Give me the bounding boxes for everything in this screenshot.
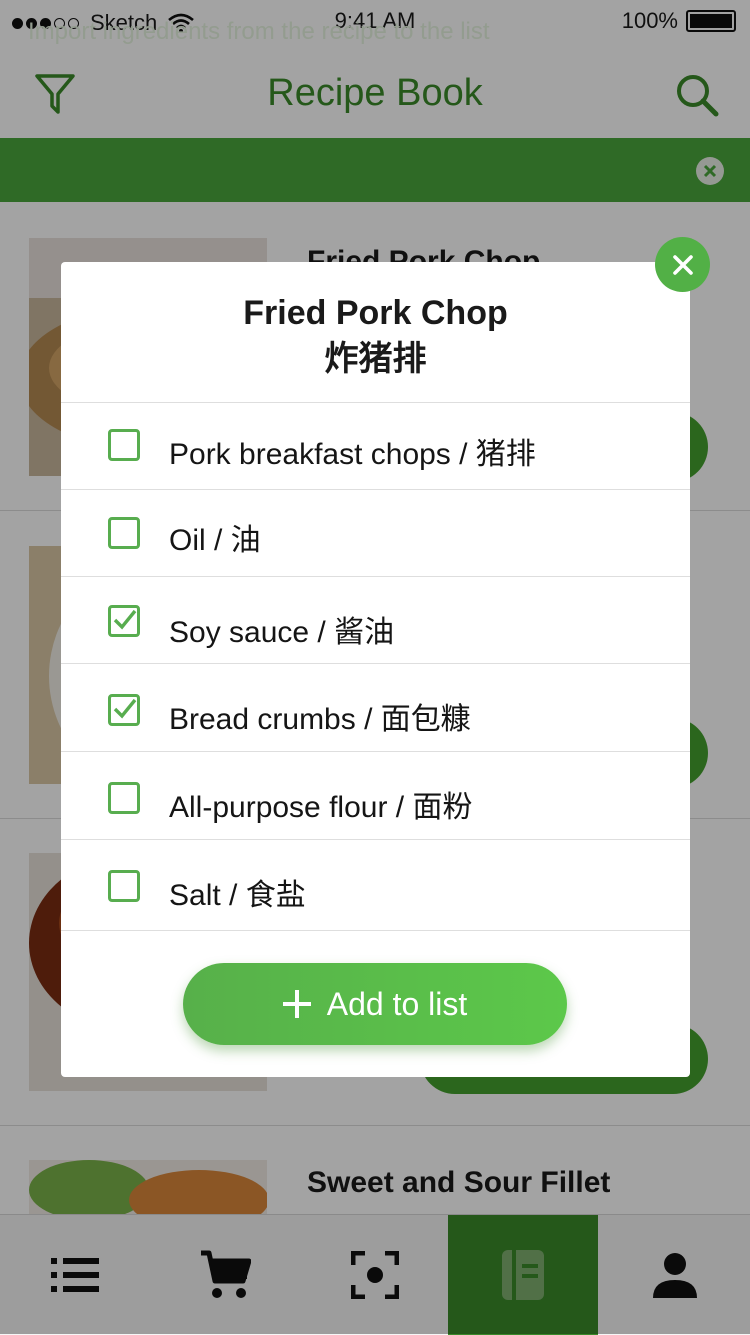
import-ingredients-dialog: Fried Pork Chop 炸猪排 Pork breakfast chops… — [61, 262, 690, 1077]
ingredient-label: Bread crumbs / 面包糠 — [169, 703, 471, 736]
add-to-list-button[interactable]: Add to list — [183, 963, 567, 1045]
ingredient-checkbox[interactable] — [108, 870, 140, 902]
dialog-title-en: Fried Pork Chop — [243, 294, 508, 332]
dialog-close-button[interactable] — [655, 237, 710, 292]
ingredient-row[interactable]: All-purpose flour / 面粉 — [61, 751, 690, 840]
ingredient-label: Salt / 食盐 — [169, 879, 306, 912]
ingredient-row[interactable]: Soy sauce / 酱油 — [61, 576, 690, 664]
ingredient-checkbox[interactable] — [108, 694, 140, 726]
add-to-list-label: Add to list — [326, 985, 468, 1022]
ingredient-checkbox[interactable] — [108, 605, 140, 637]
ingredient-label: Pork breakfast chops / 猪排 — [169, 438, 536, 471]
ingredient-checkbox[interactable] — [108, 429, 140, 461]
ingredient-label: Soy sauce / 酱油 — [169, 616, 395, 649]
dialog-title-zh: 炸猪排 — [324, 340, 427, 378]
ingredient-checkbox[interactable] — [108, 517, 140, 549]
close-icon — [672, 254, 693, 275]
ingredient-row[interactable]: Pork breakfast chops / 猪排 — [61, 402, 690, 490]
ingredient-checkbox[interactable] — [108, 782, 140, 814]
ingredient-label: All-purpose flour / 面粉 — [169, 791, 473, 824]
ingredient-row[interactable]: Salt / 食盐 — [61, 839, 690, 931]
checkmark-icon — [113, 698, 137, 719]
ingredient-row[interactable]: Oil / 油 — [61, 489, 690, 577]
checkmark-icon — [113, 609, 137, 630]
ingredient-label: Oil / 油 — [169, 524, 261, 557]
dialog-title: Fried Pork Chop 炸猪排 — [61, 290, 690, 382]
plus-icon — [282, 990, 311, 1018]
ingredient-row[interactable]: Bread crumbs / 面包糠 — [61, 663, 690, 752]
